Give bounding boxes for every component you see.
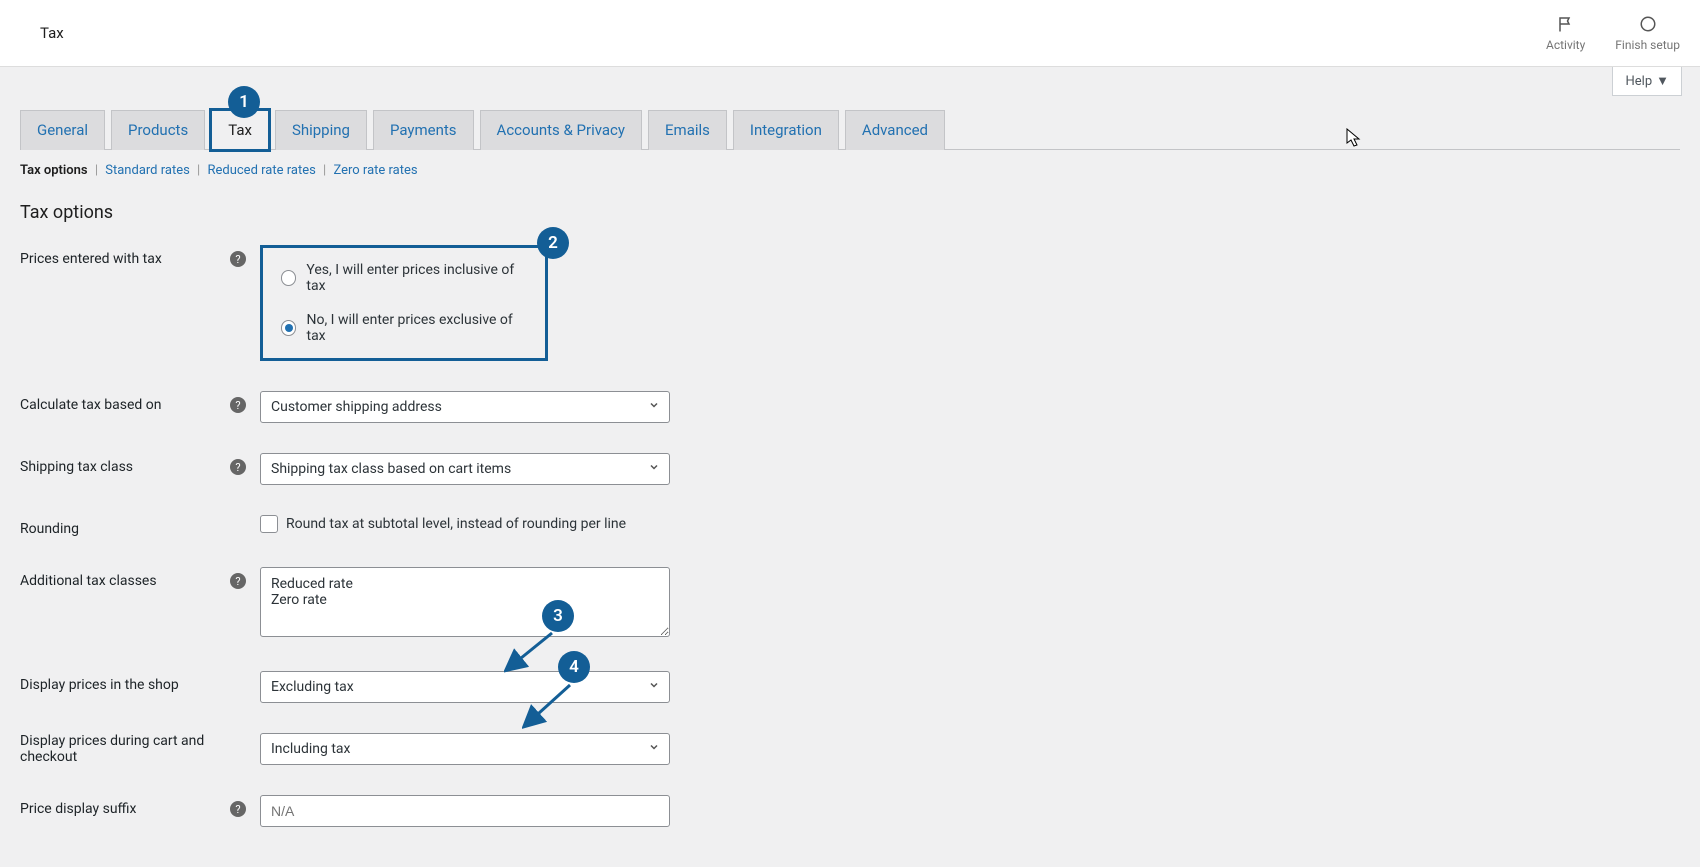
subtab-separator: |	[197, 163, 200, 178]
label-text: Calculate tax based on	[20, 397, 162, 413]
help-tip-icon[interactable]: ?	[230, 251, 246, 267]
field-prices-entered: Yes, I will enter prices inclusive of ta…	[260, 245, 548, 361]
help-label: Help	[1625, 74, 1652, 89]
tab-products[interactable]: Products	[111, 110, 205, 150]
help-tip-icon[interactable]: ?	[230, 801, 246, 817]
radio-inclusive-label: Yes, I will enter prices inclusive of ta…	[306, 262, 527, 294]
circle-icon	[1638, 14, 1658, 34]
field-rounding: Round tax at subtotal level, instead of …	[260, 515, 626, 533]
field-price-suffix	[260, 795, 670, 827]
radio-group-prices: Yes, I will enter prices inclusive of ta…	[260, 245, 548, 361]
help-tip-icon[interactable]: ?	[230, 397, 246, 413]
radio-exclusive-input[interactable]	[281, 320, 296, 336]
subtab-reduced[interactable]: Reduced rate rates	[207, 163, 315, 178]
select-shipping-class[interactable]: Shipping tax class based on cart items	[260, 453, 670, 485]
subtab-standard[interactable]: Standard rates	[105, 163, 190, 178]
form-table: Prices entered with tax ? Yes, I will en…	[20, 245, 1680, 827]
tab-advanced[interactable]: Advanced	[845, 110, 945, 150]
header-actions: Activity Finish setup	[1546, 14, 1680, 52]
select-value: Including tax	[260, 733, 670, 765]
checkbox-rounding-label: Round tax at subtotal level, instead of …	[286, 516, 626, 532]
tab-accounts[interactable]: Accounts & Privacy	[480, 110, 642, 150]
radio-exclusive[interactable]: No, I will enter prices exclusive of tax	[281, 312, 527, 344]
row-additional-classes: Additional tax classes ? 3	[20, 567, 1680, 641]
annotation-badge-3: 3	[542, 600, 574, 632]
label-text: Display prices during cart and checkout	[20, 733, 260, 765]
subtabs: Tax options | Standard rates | Reduced r…	[20, 163, 1680, 178]
checkbox-rounding-input[interactable]	[260, 515, 278, 533]
label-additional-classes: Additional tax classes ?	[20, 567, 260, 589]
label-display-cart: Display prices during cart and checkout	[20, 733, 260, 765]
checkbox-rounding[interactable]: Round tax at subtotal level, instead of …	[260, 515, 626, 533]
label-text: Prices entered with tax	[20, 251, 162, 267]
tab-payments[interactable]: Payments	[373, 110, 474, 150]
row-calc-tax: Calculate tax based on ? Customer shippi…	[20, 391, 1680, 423]
section-title: Tax options	[20, 202, 1680, 223]
page-title: Tax	[40, 24, 64, 42]
select-value: Excluding tax	[260, 671, 670, 703]
radio-inclusive-input[interactable]	[281, 270, 296, 286]
finish-setup-button[interactable]: Finish setup	[1615, 14, 1680, 52]
top-header: Tax Activity Finish setup	[0, 0, 1700, 67]
label-text: Display prices in the shop	[20, 677, 179, 693]
field-display-cart: Including tax	[260, 733, 670, 765]
label-display-shop: Display prices in the shop	[20, 671, 260, 693]
input-price-suffix[interactable]	[260, 795, 670, 827]
row-prices-entered: Prices entered with tax ? Yes, I will en…	[20, 245, 1680, 361]
subtab-separator: |	[95, 163, 98, 178]
tab-integration[interactable]: Integration	[733, 110, 839, 150]
annotation-arrow-3	[504, 629, 558, 673]
field-display-shop: Excluding tax 4	[260, 671, 670, 703]
activity-button[interactable]: Activity	[1546, 14, 1585, 52]
subtab-zero[interactable]: Zero rate rates	[333, 163, 417, 178]
label-text: Additional tax classes	[20, 573, 157, 589]
subtab-tax-options[interactable]: Tax options	[20, 163, 88, 178]
label-calc-tax: Calculate tax based on ?	[20, 391, 260, 413]
textarea-additional-classes[interactable]	[260, 567, 670, 637]
help-tip-icon[interactable]: ?	[230, 573, 246, 589]
help-button[interactable]: Help ▼	[1612, 67, 1682, 96]
select-value: Customer shipping address	[260, 391, 670, 423]
radio-exclusive-label: No, I will enter prices exclusive of tax	[306, 312, 527, 344]
row-display-shop: Display prices in the shop Excluding tax…	[20, 671, 1680, 703]
field-shipping-class: Shipping tax class based on cart items	[260, 453, 670, 485]
select-calc-tax[interactable]: Customer shipping address	[260, 391, 670, 423]
select-value: Shipping tax class based on cart items	[260, 453, 670, 485]
row-shipping-class: Shipping tax class ? Shipping tax class …	[20, 453, 1680, 485]
help-tip-icon[interactable]: ?	[230, 459, 246, 475]
tab-shipping[interactable]: Shipping	[275, 110, 367, 150]
cursor-icon	[1346, 128, 1362, 152]
tab-general[interactable]: General	[20, 110, 105, 150]
annotation-badge-2: 2	[537, 227, 569, 259]
select-display-cart[interactable]: Including tax	[260, 733, 670, 765]
label-text: Price display suffix	[20, 801, 136, 817]
content: General Products Tax Shipping Payments A…	[0, 110, 1700, 867]
label-text: Rounding	[20, 521, 79, 537]
label-rounding: Rounding	[20, 515, 260, 537]
tab-emails[interactable]: Emails	[648, 110, 727, 150]
finish-label: Finish setup	[1615, 38, 1680, 52]
flag-icon	[1556, 14, 1576, 34]
settings-tabs: General Products Tax Shipping Payments A…	[20, 110, 1680, 150]
label-text: Shipping tax class	[20, 459, 133, 475]
caret-down-icon: ▼	[1656, 73, 1669, 89]
row-rounding: Rounding Round tax at subtotal level, in…	[20, 515, 1680, 537]
row-price-suffix: Price display suffix ?	[20, 795, 1680, 827]
row-display-cart: Display prices during cart and checkout …	[20, 733, 1680, 765]
annotation-badge-1: 1	[228, 86, 260, 118]
annotation-badge-4: 4	[558, 651, 590, 683]
select-display-shop[interactable]: Excluding tax	[260, 671, 670, 703]
label-price-suffix: Price display suffix ?	[20, 795, 260, 817]
label-prices-entered: Prices entered with tax ?	[20, 245, 260, 267]
subtab-separator: |	[323, 163, 326, 178]
field-additional-classes: 3	[260, 567, 670, 641]
radio-inclusive[interactable]: Yes, I will enter prices inclusive of ta…	[281, 262, 527, 294]
activity-label: Activity	[1546, 38, 1585, 52]
label-shipping-class: Shipping tax class ?	[20, 453, 260, 475]
field-calc-tax: Customer shipping address	[260, 391, 670, 423]
annotation-arrow-4	[522, 681, 576, 729]
